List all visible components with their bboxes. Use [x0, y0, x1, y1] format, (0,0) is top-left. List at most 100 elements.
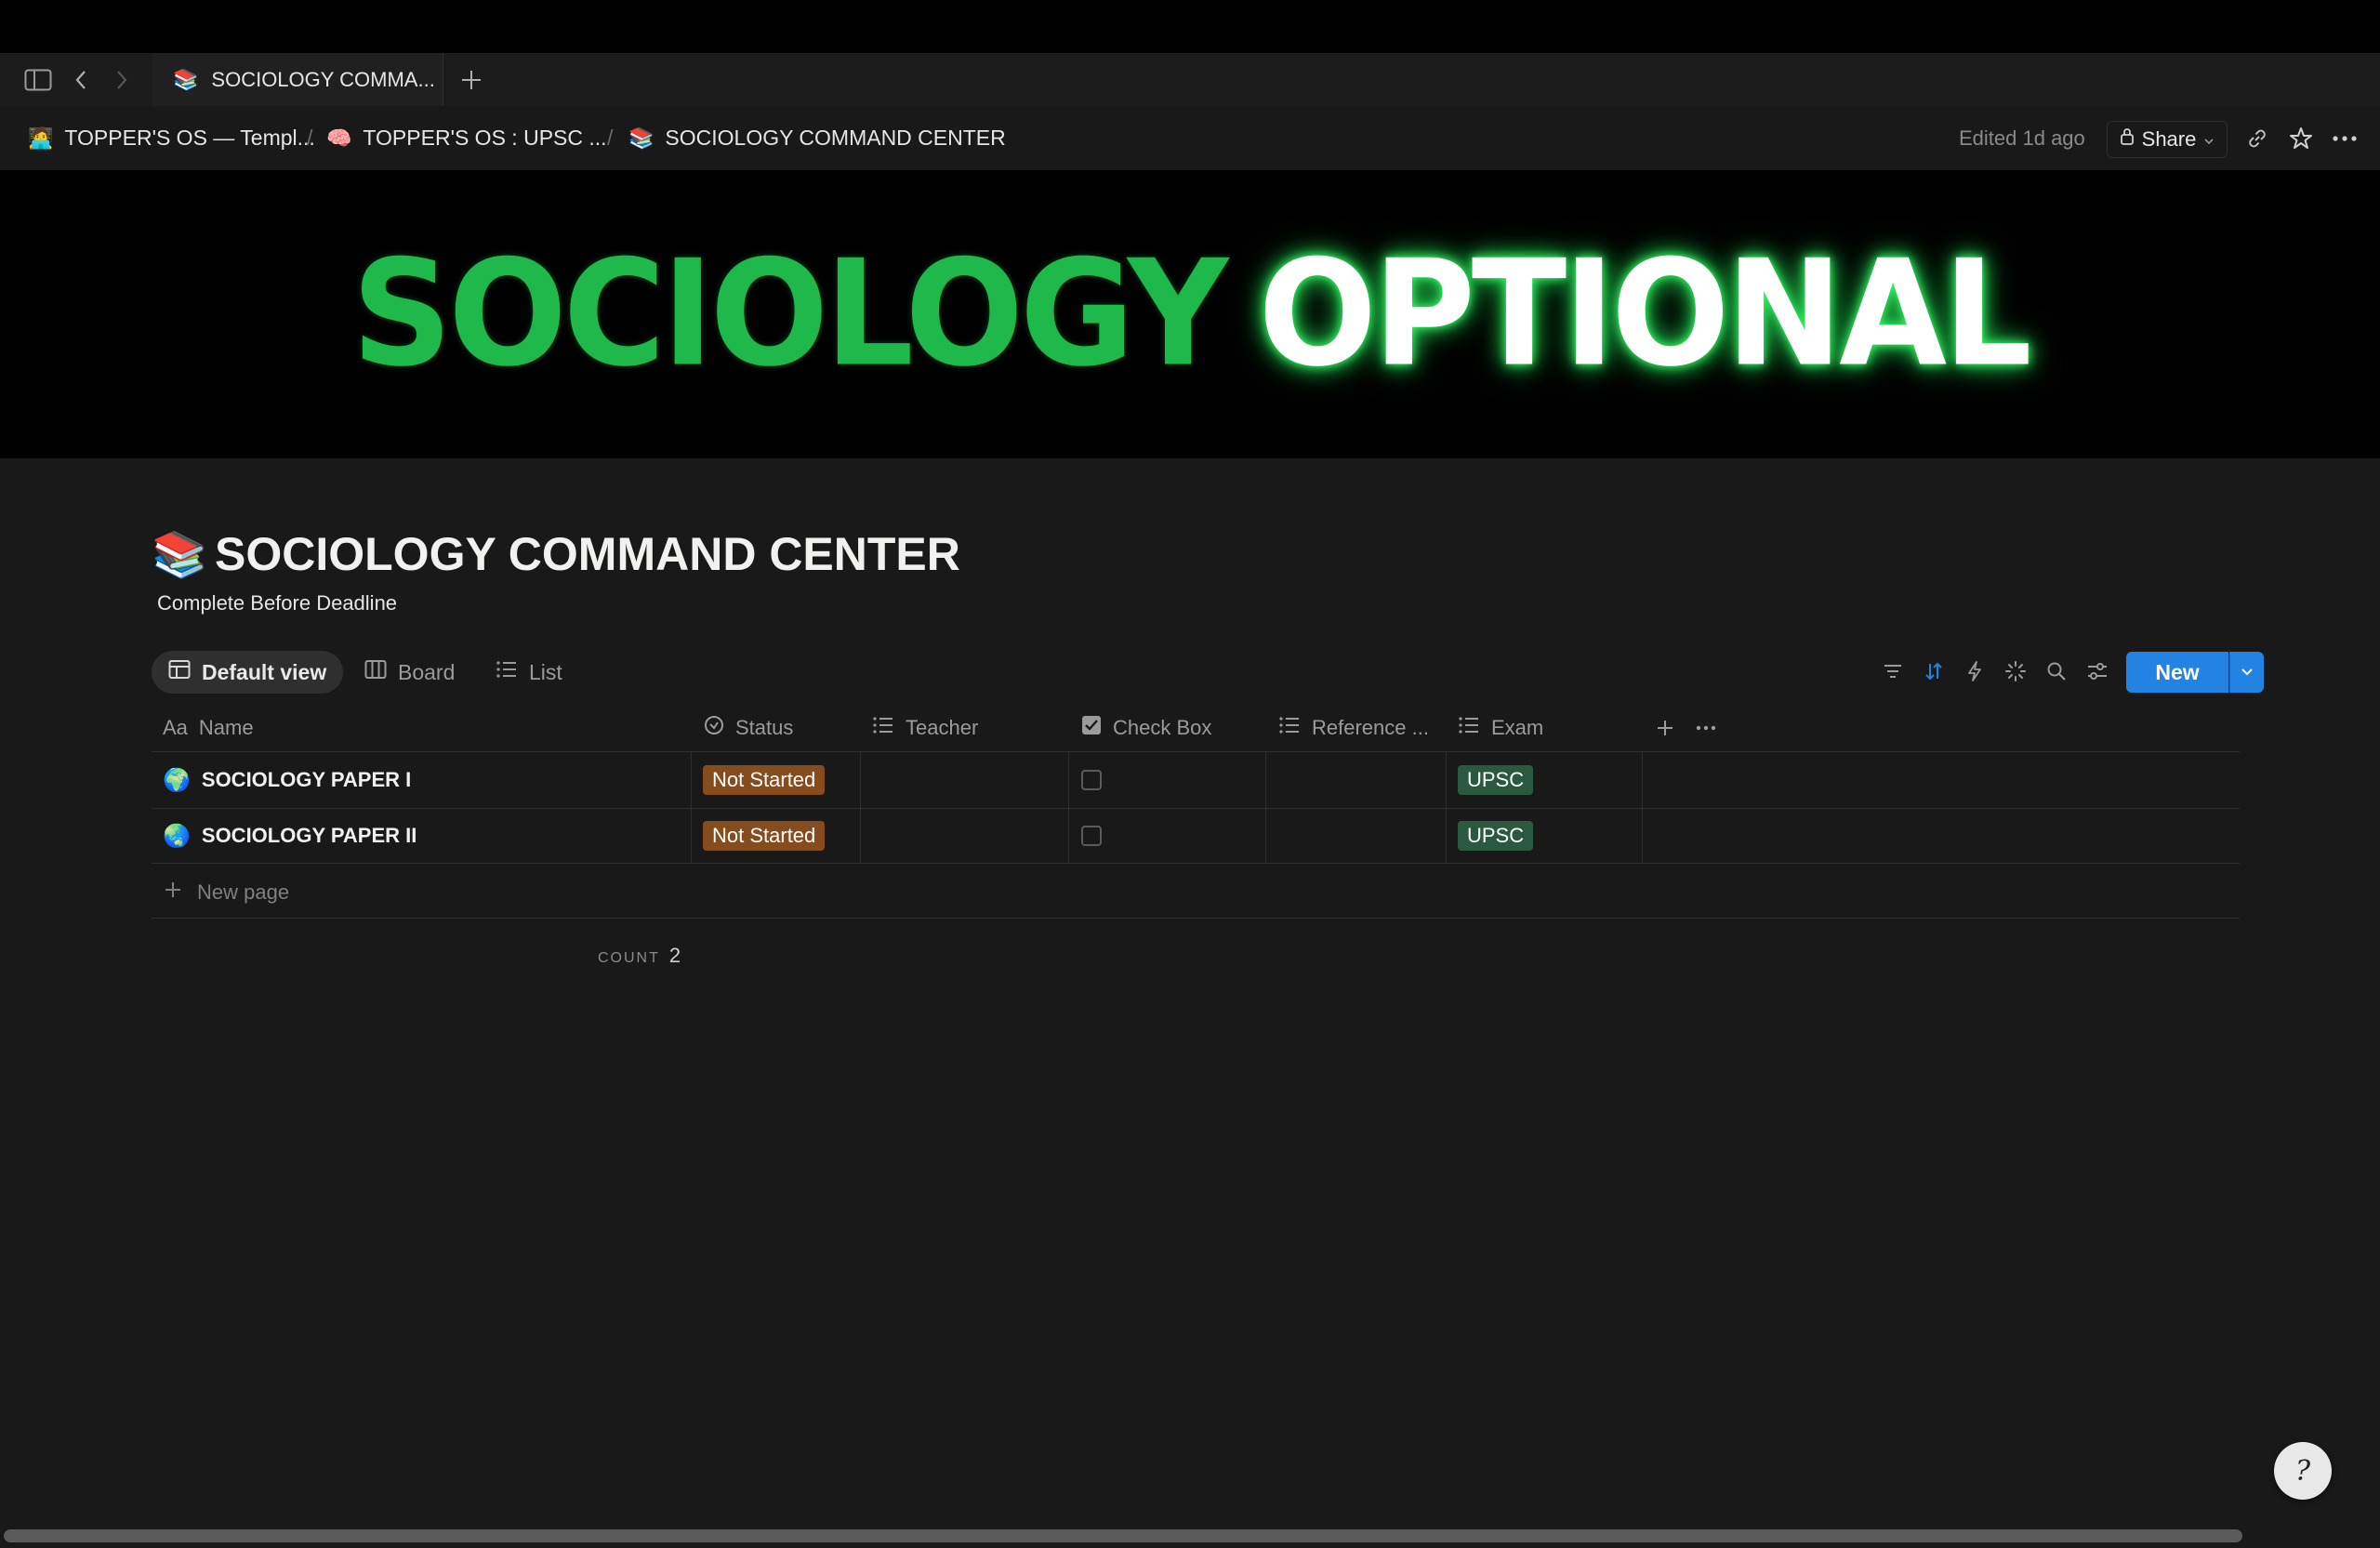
calculation-count[interactable]: COUNT 2 [598, 944, 681, 968]
table-header-divider [152, 751, 2240, 752]
exam-cell[interactable]: UPSC [1458, 816, 1534, 855]
column-header-exam[interactable]: Exam [1458, 707, 1543, 749]
breadcrumb-separator: / [307, 126, 313, 150]
table-row-divider [152, 863, 2240, 864]
column-header-label: Check Box [1113, 716, 1212, 739]
column-header-label: Name [198, 716, 254, 739]
back-arrow-icon[interactable] [69, 66, 93, 94]
page-title[interactable]: SOCIOLOGY COMMAND CENTER [215, 527, 960, 581]
horizontal-scrollbar-thumb[interactable] [4, 1529, 2242, 1542]
tab-strip: 📚 SOCIOLOGY COMMA... [0, 53, 2380, 107]
forward-arrow-icon[interactable] [110, 66, 134, 94]
breadcrumb-label: TOPPER'S OS : UPSC ... [363, 126, 607, 150]
check-box-cell[interactable] [1081, 816, 1102, 855]
table-row-name[interactable]: 🌏 SOCIOLOGY PAPER II [163, 816, 416, 855]
edited-timestamp: Edited 1d ago [1959, 126, 2085, 150]
column-header-label: Exam [1491, 716, 1544, 739]
reference-cell[interactable] [1267, 816, 1446, 855]
status-icon [704, 715, 724, 741]
column-header-name[interactable]: Aa Name [163, 707, 254, 749]
list-icon [496, 659, 518, 685]
tab-sociology-command-center[interactable]: 📚 SOCIOLOGY COMMA... [152, 53, 443, 106]
search-icon[interactable] [2042, 656, 2071, 686]
breadcrumb-bar: 🧑‍💻 TOPPER'S OS — Templ... / 🧠 TOPPER'S … [0, 106, 2380, 170]
table-row-divider [152, 918, 2240, 919]
view-tab-list[interactable]: List [479, 651, 579, 694]
copy-link-icon[interactable] [2242, 124, 2272, 153]
more-options-icon[interactable] [2330, 124, 2360, 153]
help-button[interactable]: ? [2274, 1442, 2332, 1500]
new-dropdown-chevron-icon[interactable] [2229, 652, 2264, 693]
column-divider [1642, 751, 1643, 863]
row-checkbox[interactable] [1081, 826, 1102, 846]
cover-word-optional: OPTIONAL [1258, 229, 2031, 400]
status-cell[interactable]: Not Started [703, 816, 826, 855]
favorite-star-icon[interactable] [2286, 124, 2316, 153]
sort-icon[interactable] [1919, 656, 1949, 686]
view-tab-board[interactable]: Board [348, 651, 471, 694]
exam-cell[interactable]: UPSC [1458, 761, 1534, 800]
list-icon [1458, 716, 1480, 740]
list-icon [872, 716, 894, 740]
column-divider [1068, 751, 1069, 863]
view-settings-icon[interactable] [2082, 656, 2112, 686]
column-divider [1446, 751, 1447, 863]
lock-icon [2120, 127, 2135, 152]
breadcrumb-item-topper-os-template[interactable]: 🧑‍💻 TOPPER'S OS — Templ... [28, 106, 315, 170]
list-icon [1278, 716, 1301, 740]
table-row-divider [152, 808, 2240, 809]
filter-icon[interactable] [1878, 656, 1908, 686]
sidebar-toggle-icon[interactable] [24, 66, 52, 94]
reference-cell[interactable] [1267, 761, 1446, 800]
row-checkbox[interactable] [1081, 770, 1102, 790]
breadcrumb-separator: / [607, 126, 614, 150]
globe-icon: 🌍 [163, 767, 191, 793]
tab-title: SOCIOLOGY COMMA... [211, 67, 435, 91]
new-tab-plus-icon[interactable] [457, 66, 485, 94]
view-tab-default[interactable]: Default view [152, 651, 344, 694]
books-icon: 📚 [628, 126, 654, 150]
new-button[interactable]: New [2126, 652, 2228, 693]
text-property-icon: Aa [163, 716, 188, 739]
check-box-cell[interactable] [1081, 761, 1102, 800]
status-cell[interactable]: Not Started [703, 761, 826, 800]
plus-icon [164, 880, 182, 905]
column-header-reference[interactable]: Reference ... [1278, 707, 1429, 749]
board-icon [364, 659, 387, 685]
page-books-icon[interactable]: 📚 [152, 528, 207, 581]
column-divider [860, 751, 861, 863]
view-tab-label: Board [398, 659, 456, 684]
more-properties-icon[interactable] [1692, 714, 1720, 742]
breadcrumb-label: SOCIOLOGY COMMAND CENTER [665, 126, 1006, 150]
globe-icon: 🌏 [163, 823, 191, 849]
column-header-label: Reference ... [1312, 716, 1429, 739]
technologist-icon: 🧑‍💻 [28, 126, 54, 150]
view-tab-label: Default view [202, 659, 327, 684]
new-page-row[interactable]: New page [164, 874, 289, 911]
share-button[interactable]: Share [2107, 121, 2228, 158]
page-cover[interactable]: SOCIOLOGY OPTIONAL [0, 170, 2380, 458]
add-property-plus-icon[interactable] [1651, 714, 1679, 742]
cover-title: SOCIOLOGY OPTIONAL [0, 163, 2380, 466]
column-header-teacher[interactable]: Teacher [872, 707, 978, 749]
share-label: Share [2141, 127, 2197, 151]
checkbox-checked-icon [1081, 715, 1102, 741]
automation-lightning-icon[interactable] [1960, 656, 1990, 686]
teacher-cell[interactable] [862, 761, 1068, 800]
column-header-check-box[interactable]: Check Box [1081, 707, 1211, 749]
table-row-name[interactable]: 🌍 SOCIOLOGY PAPER I [163, 761, 411, 800]
new-page-label: New page [197, 880, 290, 904]
page-description[interactable]: Complete Before Deadline [157, 591, 397, 615]
column-header-status[interactable]: Status [704, 707, 793, 749]
window-top-bar [0, 0, 2380, 53]
breadcrumb-label: TOPPER'S OS — Templ... [64, 126, 315, 150]
help-glyph-icon: ? [2294, 1454, 2311, 1488]
count-label: COUNT [598, 950, 660, 966]
sparkle-ai-icon[interactable] [2001, 656, 2030, 686]
exam-tag: UPSC [1458, 821, 1534, 851]
column-header-label: Teacher [906, 716, 979, 739]
breadcrumb-item-topper-os-upsc[interactable]: 🧠 TOPPER'S OS : UPSC ... [326, 106, 607, 170]
breadcrumb-item-sociology-command-center[interactable]: 📚 SOCIOLOGY COMMAND CENTER [628, 106, 1006, 170]
teacher-cell[interactable] [862, 816, 1068, 855]
books-icon: 📚 [173, 67, 199, 91]
